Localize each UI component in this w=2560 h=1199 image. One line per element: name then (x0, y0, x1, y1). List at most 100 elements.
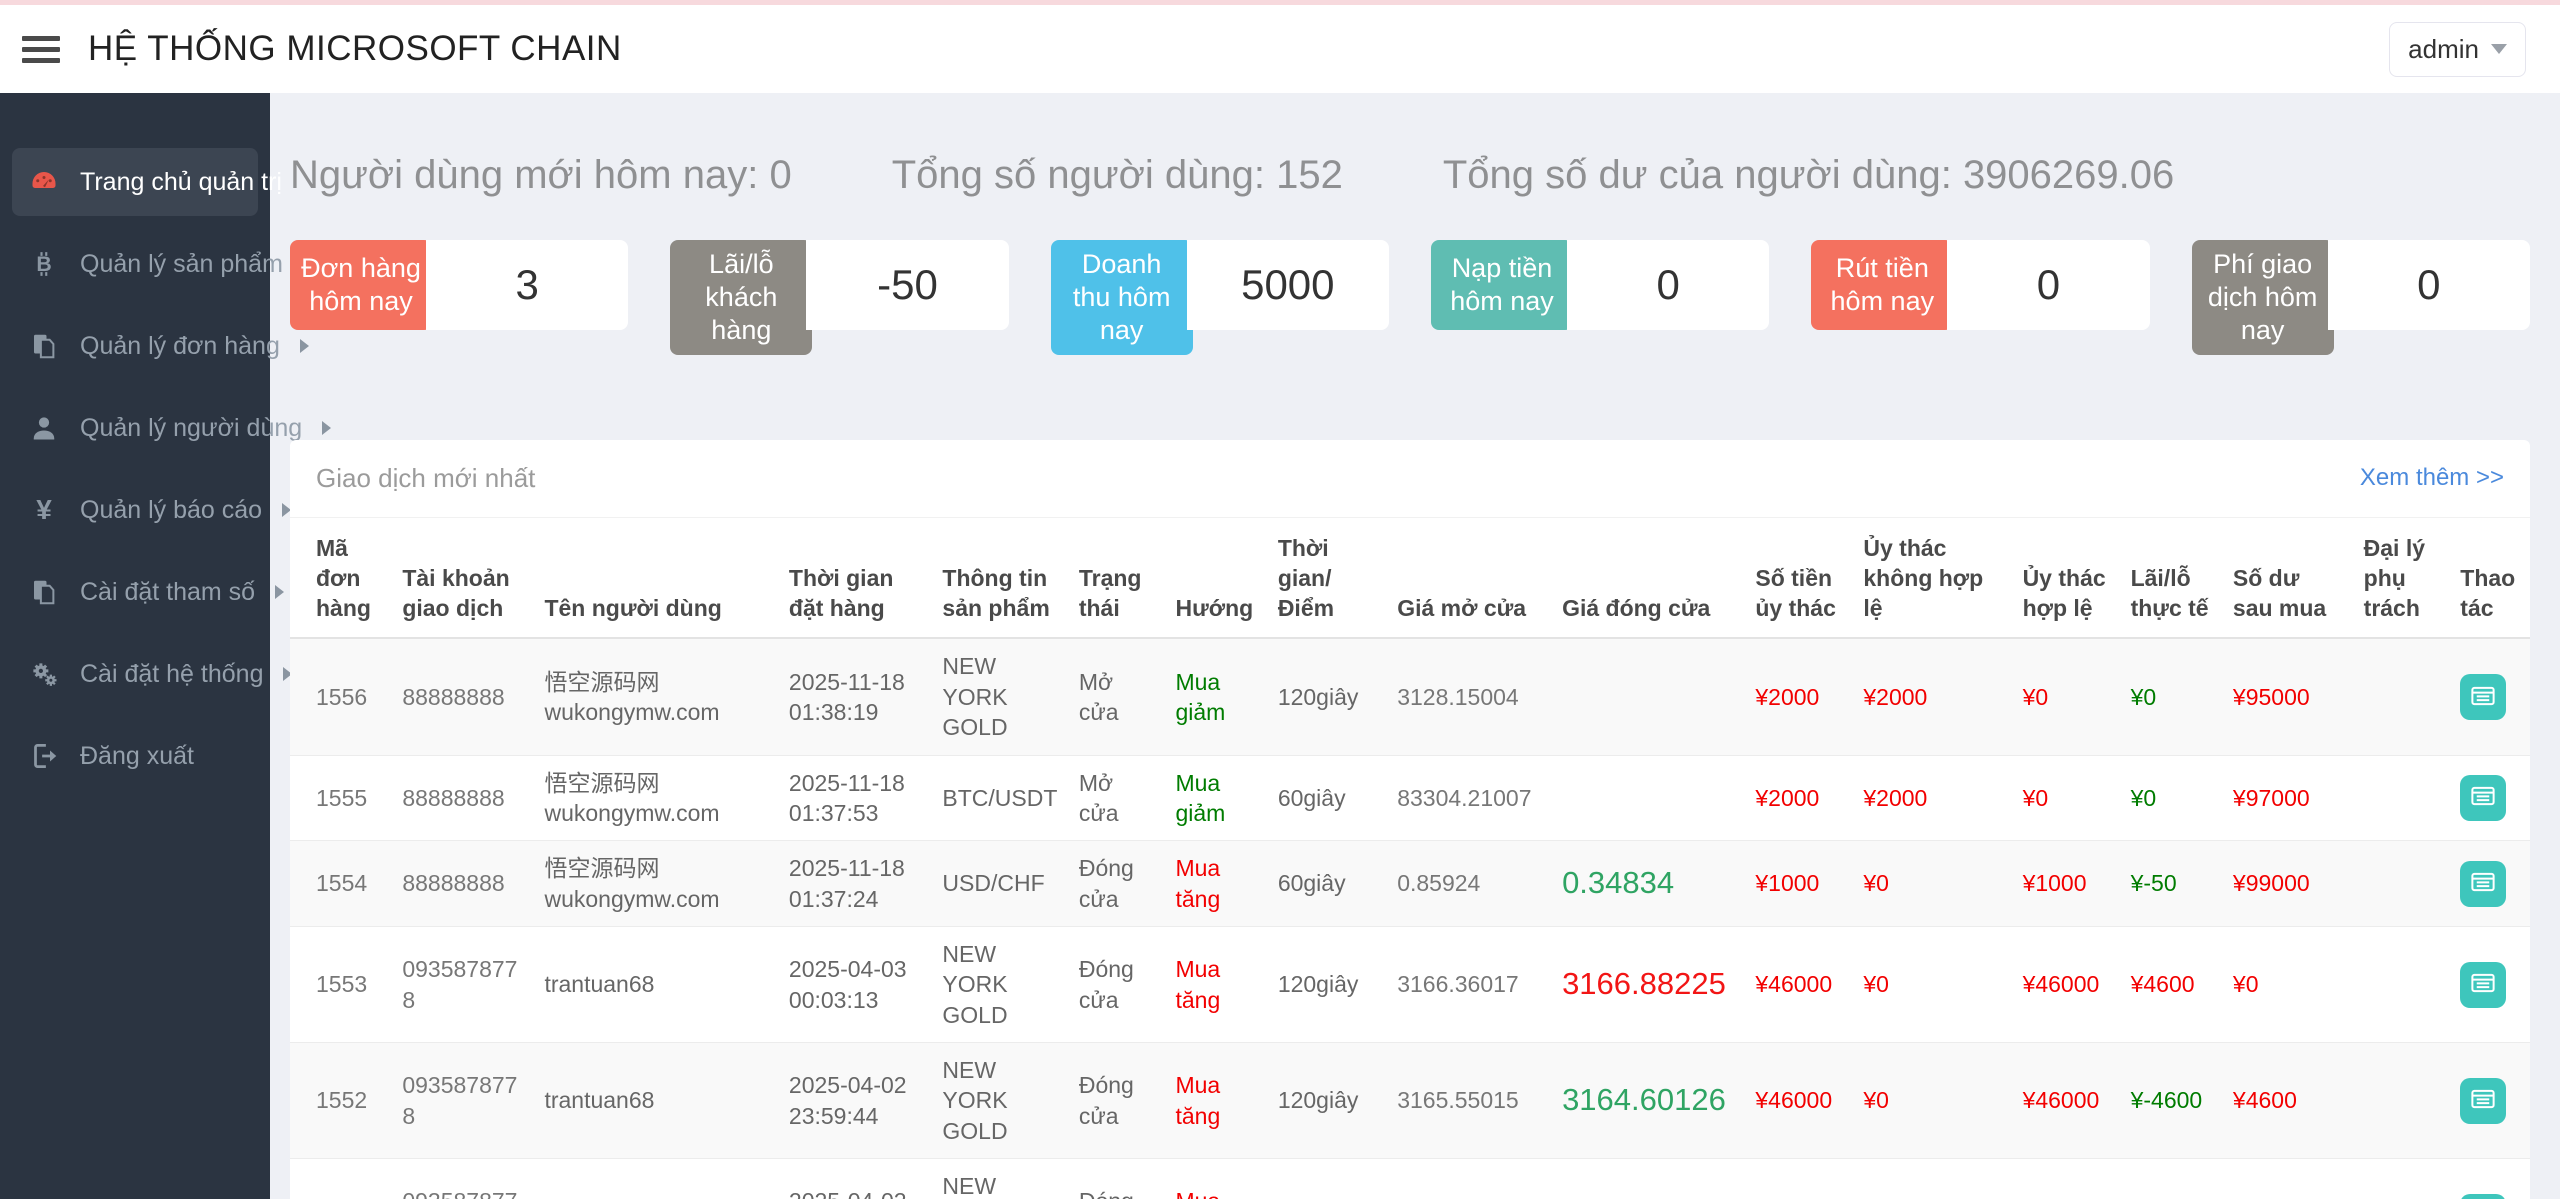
pnl-value: ¥0 (2131, 684, 2157, 710)
menu-toggle-icon[interactable] (22, 36, 60, 63)
cell-pnl: ¥4600 (2121, 1159, 2223, 1199)
cell-id: 1555 (290, 755, 392, 841)
column-header-close_price: Giá đóng cửa (1552, 518, 1745, 639)
summary-total-balance-value: 3906269.06 (1963, 153, 2174, 197)
table-row: 15510935878778trantuan682025-04-02 23:56… (290, 1159, 2530, 1199)
balance-value: ¥0 (2233, 971, 2259, 997)
see-more-link[interactable]: Xem thêm >> (2360, 464, 2504, 492)
cell-direction: Mua giảm (1165, 638, 1267, 755)
cell-duration: 120giây (1268, 638, 1387, 755)
view-order-button[interactable] (2460, 775, 2506, 821)
cell-pnl: ¥4600 (2121, 927, 2223, 1043)
column-header-agent: Đại lý phụ trách (2354, 518, 2451, 639)
invalid-value: ¥0 (1863, 870, 1889, 896)
sidebar-nav: Trang chủ quản trị BQuản lý sản phẩm Quản … (0, 93, 270, 1199)
cell-duration: 120giây (1268, 927, 1387, 1043)
cell-close_price (1552, 638, 1745, 755)
stat-card-value: -50 (806, 240, 1008, 330)
cell-status: Đóng cửa (1069, 1043, 1166, 1159)
table-row: 155488888888悟空源码网 wukongymw.com2025-11-1… (290, 841, 2530, 927)
cell-order_time: 2025-04-02 23:56:14 (779, 1159, 933, 1199)
user-menu-button[interactable]: admin (2389, 22, 2526, 77)
main-content: Người dùng mới hôm nay: 0 Tổng số người … (270, 93, 2560, 1199)
cell-status: Đóng cửa (1069, 1159, 1166, 1199)
cell-product: NEW YORK GOLD (932, 1159, 1068, 1199)
cell-direction: Mua tăng (1165, 1159, 1267, 1199)
cell-pnl: ¥-50 (2121, 841, 2223, 927)
view-order-button[interactable] (2460, 861, 2506, 907)
cell-valid: ¥46000 (2013, 1043, 2121, 1159)
cell-username: 悟空源码网 wukongymw.com (534, 755, 778, 841)
view-order-button[interactable] (2460, 1078, 2506, 1124)
view-order-button[interactable] (2460, 1194, 2506, 1199)
sidebar-item-quan-ly-don-hang[interactable]: Quản lý đơn hàng (12, 312, 258, 380)
cell-id: 1552 (290, 1043, 392, 1159)
cell-status: Đóng cửa (1069, 841, 1166, 927)
sidebar-item-quan-ly-nguoi-dung[interactable]: Quản lý người dùng (12, 394, 258, 462)
stat-card-label: Doanh thu hôm nay (1051, 240, 1193, 355)
cell-invalid: ¥0 (1853, 927, 2012, 1043)
cell-invalid: ¥0 (1853, 1043, 2012, 1159)
sidebar-item-trang-chu-quan-tri[interactable]: Trang chủ quản trị (12, 148, 258, 216)
sidebar-item-label: Quản lý báo cáo (80, 496, 262, 525)
invalid-value: ¥0 (1863, 1087, 1889, 1113)
cell-order_time: 2025-11-18 01:37:53 (779, 755, 933, 841)
cell-direction: Mua tăng (1165, 1043, 1267, 1159)
column-header-amount: Số tiền ủy thác (1745, 518, 1853, 639)
stat-card-1: Lãi/lỗ khách hàng-50 (670, 240, 1008, 355)
cell-username: trantuan68 (534, 1043, 778, 1159)
sidebar-item-label: Đăng xuất (80, 742, 194, 771)
view-order-button[interactable] (2460, 962, 2506, 1008)
cell-agent (2354, 755, 2451, 841)
cell-agent (2354, 1043, 2451, 1159)
cell-open_price: 3166.36017 (1387, 927, 1552, 1043)
order-detail-icon (2468, 968, 2498, 1001)
close_price-value: 0.34834 (1562, 865, 1674, 900)
column-header-balance: Số dư sau mua (2223, 518, 2354, 639)
cell-valid: ¥46000 (2013, 927, 2121, 1043)
summary-new-users: Người dùng mới hôm nay: 0 (290, 153, 792, 198)
sidebar-item-dang-xuat[interactable]: Đăng xuất (12, 722, 258, 790)
cell-valid: ¥0 (2013, 755, 2121, 841)
column-header-valid: Ủy thác hợp lệ (2013, 518, 2121, 639)
stat-card-value: 3 (426, 240, 628, 330)
gears-icon (28, 658, 60, 690)
cell-pnl: ¥-4600 (2121, 1043, 2223, 1159)
cell-account: 0935878778 (392, 1043, 534, 1159)
table-row: 15520935878778trantuan682025-04-02 23:59… (290, 1043, 2530, 1159)
user-icon (28, 412, 60, 444)
cell-id: 1556 (290, 638, 392, 755)
latest-transactions-panel: Giao dịch mới nhất Xem thêm >> Mã đơn hà… (290, 440, 2530, 1199)
cell-action (2450, 841, 2530, 927)
invalid-value: ¥2000 (1863, 684, 1927, 710)
table-row: 155688888888悟空源码网 wukongymw.com2025-11-1… (290, 638, 2530, 755)
stat-card-0: Đơn hàng hôm nay3 (290, 240, 628, 355)
cell-order_time: 2025-04-03 00:03:13 (779, 927, 933, 1043)
view-order-button[interactable] (2460, 674, 2506, 720)
cell-close_price: 3164.60126 (1552, 1043, 1745, 1159)
cell-close_price: 0.34834 (1552, 841, 1745, 927)
sidebar-item-quan-ly-san-pham[interactable]: BQuản lý sản phẩm (12, 230, 258, 298)
table-row: 155588888888悟空源码网 wukongymw.com2025-11-1… (290, 755, 2530, 841)
gauge-icon (28, 166, 60, 198)
pnl-value: ¥-4600 (2131, 1087, 2203, 1113)
sidebar-item-cai-dat-tham-so[interactable]: Cài đặt tham số (12, 558, 258, 626)
cell-id: 1554 (290, 841, 392, 927)
cell-product: BTC/USDT (932, 755, 1068, 841)
sidebar-item-label: Quản lý đơn hàng (80, 332, 280, 361)
table-body: 155688888888悟空源码网 wukongymw.com2025-11-1… (290, 638, 2530, 1199)
cell-account: 88888888 (392, 755, 534, 841)
panel-header: Giao dịch mới nhất Xem thêm >> (290, 440, 2530, 518)
stat-card-label: Nạp tiền hôm nay (1431, 240, 1573, 330)
balance-value: ¥4600 (2233, 1087, 2297, 1113)
valid-value: ¥46000 (2023, 971, 2100, 997)
summary-total-balance: Tổng số dư của người dùng: 3906269.06 (1443, 153, 2174, 198)
cell-action (2450, 638, 2530, 755)
amount-value: ¥46000 (1755, 1087, 1832, 1113)
sidebar-item-cai-dat-he-thong[interactable]: Cài đặt hệ thống (12, 640, 258, 708)
sidebar-item-quan-ly-bao-cao[interactable]: ¥Quản lý báo cáo (12, 476, 258, 544)
cell-balance: ¥4600 (2223, 1043, 2354, 1159)
pnl-value: ¥4600 (2131, 971, 2195, 997)
cell-direction: Mua tăng (1165, 927, 1267, 1043)
cell-username: trantuan68 (534, 927, 778, 1043)
